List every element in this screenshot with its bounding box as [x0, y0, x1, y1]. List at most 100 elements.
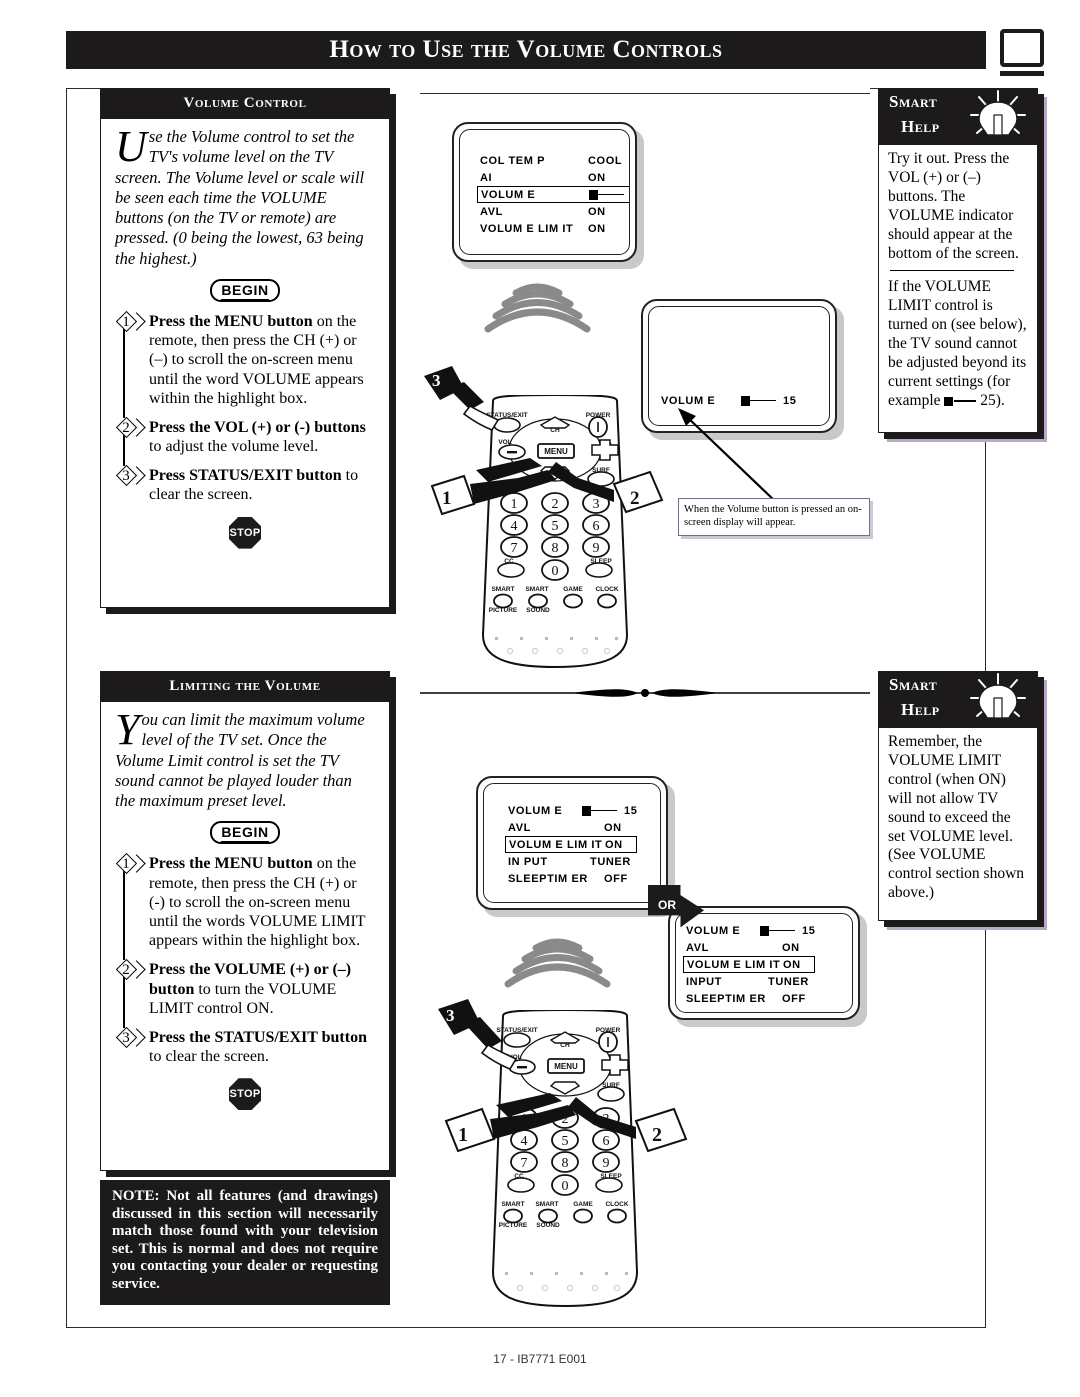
- step-number: 1: [122, 856, 130, 873]
- step-number-badge: 2: [115, 959, 146, 981]
- osd-value: TUNER: [590, 855, 631, 868]
- panel-inner: Smart Help: [878, 88, 1038, 433]
- step-number: 1: [122, 313, 130, 330]
- smart-help-title-line2: Help: [901, 700, 940, 719]
- frame-rule-mid: [420, 93, 870, 94]
- ornament-divider: [420, 689, 870, 697]
- page-footer: 17 - IB7771 E001: [493, 1352, 587, 1366]
- osd-label: VOLUM E LIM IT: [509, 838, 603, 851]
- osd-row: COL TEM P COOL: [480, 152, 629, 169]
- volume-bar-icon: 15: [589, 189, 629, 201]
- section-caption-limiting-volume: Limiting the Volume: [101, 672, 389, 702]
- smart-help-title-line1: Smart: [889, 92, 938, 111]
- frame-rule-left: [66, 88, 102, 89]
- osd-value: ON: [605, 838, 623, 851]
- osd-row: AVL ON: [480, 203, 629, 220]
- step-text: Press the STATUS/EXIT button to clear th…: [149, 1028, 375, 1066]
- svg-text:2: 2: [630, 488, 640, 509]
- svg-text:GAME: GAME: [573, 1201, 593, 1208]
- osd-label: COL TEM P: [480, 154, 546, 167]
- tv-bezel: VOLUM E 15 AVL ON VOLUM E LIM IT ON IN P…: [476, 776, 668, 910]
- section-limiting-the-volume: Limiting the Volume You can limit the ma…: [100, 671, 396, 1177]
- osd-menu: COL TEM P COOL AI ON VOLUM E 15 AVL ON V…: [477, 152, 629, 237]
- sound-waves-icon-top: [484, 283, 591, 333]
- osd-value: ON: [588, 222, 606, 235]
- lightbulb-base-icon: [997, 136, 1013, 145]
- osd-row: INPUT TUNER: [686, 973, 815, 990]
- smart-picture-button: [493, 593, 513, 609]
- step-item: 1 Press the MENU button on the remote, t…: [115, 310, 375, 418]
- intro-paragraph: Use the Volume control to set the TV's v…: [115, 124, 375, 269]
- osd-label: AVL: [480, 205, 503, 218]
- osd-row: VOLUM E 15: [508, 802, 637, 819]
- smart-help-body: Remember, the VOLUME LIMIT control (when…: [879, 728, 1037, 911]
- step-rest: to adjust the volume level.: [149, 438, 319, 456]
- intro-text: ou can limit the maximum volume level of…: [115, 710, 365, 811]
- smart-help-paragraph-1: Try it out. Press the VOL (+) or (–) but…: [888, 150, 1019, 262]
- step-number: 3: [122, 468, 130, 485]
- tv-menu-screen-limit-a: VOLUM E 15 AVL ON VOLUM E LIM IT ON IN P…: [476, 776, 675, 917]
- begin-badge-wrap: BEGIN: [115, 278, 375, 302]
- smart-help-header: Smart Help: [879, 89, 1037, 145]
- step-connector: [123, 433, 125, 467]
- step-number-badge: 1: [115, 853, 146, 875]
- osd-value: 15: [624, 804, 638, 817]
- osd-value: OFF: [782, 992, 806, 1005]
- paragraph2-after: 25).: [976, 391, 1005, 409]
- osd-row: VOLUM E 15: [686, 922, 815, 939]
- stop-badge-wrap: STOP: [115, 1078, 375, 1111]
- step-number: 3: [122, 1029, 130, 1046]
- section-caption-volume-control: Volume Control: [101, 89, 389, 119]
- step-number-badge: 3: [115, 465, 146, 487]
- smart-help-title-line2: Help: [901, 117, 940, 136]
- osd-label: IN PUT: [508, 855, 548, 868]
- osd-row: IN PUT TUNER: [508, 853, 637, 870]
- cue-1-pointer: 1: [444, 1093, 576, 1153]
- osd-label: INPUT: [686, 975, 722, 988]
- osd-row: AVL ON: [686, 939, 815, 956]
- or-arrow-badge: OR: [648, 885, 704, 931]
- osd-label: AI: [480, 171, 493, 184]
- svg-text:SMART: SMART: [501, 1201, 524, 1208]
- sound-waves-icon-bottom: [504, 938, 611, 988]
- section-body: Use the Volume control to set the TV's v…: [101, 119, 389, 559]
- osd-label: VOLUM E: [508, 804, 563, 817]
- step-text: Press the VOLUME (+) or (–) button to tu…: [149, 960, 375, 1018]
- cue-2-pointer: 2: [548, 462, 664, 514]
- label-smart-1: SMART: [491, 586, 514, 593]
- step-connector: [123, 976, 125, 1028]
- step-bold: Press the STATUS/EXIT button: [149, 1028, 367, 1046]
- step-item: 2 Press the VOL (+) or (-) buttons to ad…: [115, 416, 375, 467]
- step-connector: [123, 870, 125, 961]
- stop-sign-icon: STOP: [229, 516, 261, 549]
- osd-row: SLEEPTIM ER OFF: [508, 870, 637, 887]
- step-number-badge: 2: [115, 416, 146, 439]
- page-header-bar: How to Use the Volume Controls: [66, 31, 986, 69]
- begin-badge-wrap: BEGIN: [115, 821, 375, 845]
- stop-sign-icon: STOP: [229, 1078, 261, 1111]
- step-bold: Press the MENU button: [149, 312, 313, 330]
- osd-value: ON: [588, 205, 606, 218]
- box-inner: Limiting the Volume You can limit the ma…: [100, 671, 390, 1171]
- osd-label: VOLUM E LIM IT: [687, 958, 781, 971]
- osd-value: 15: [802, 924, 816, 937]
- svg-text:SMART: SMART: [535, 1201, 558, 1208]
- begin-badge: BEGIN: [210, 278, 280, 302]
- intro-paragraph: You can limit the maximum volume level o…: [115, 707, 375, 811]
- section-body: You can limit the maximum volume level o…: [101, 702, 389, 1120]
- clock-button: [597, 593, 617, 609]
- osd-row: AVL ON: [508, 819, 637, 836]
- note-block: NOTE: Not all features (and drawings) di…: [100, 1180, 390, 1305]
- osd-label: VOLUM E: [481, 188, 536, 201]
- smart-help-title-line1: Smart: [889, 675, 938, 694]
- cc-button: [497, 562, 525, 578]
- osd-row: AI ON: [480, 169, 629, 186]
- step-item: 1 Press the MENU button on the remote, t…: [115, 853, 375, 961]
- cue-2-pointer: 2: [568, 1097, 688, 1153]
- step-item: 2 Press the VOLUME (+) or (–) button to …: [115, 959, 375, 1028]
- cue-3-pointer: 3: [424, 366, 500, 431]
- or-label: OR: [658, 898, 676, 912]
- step-number: 2: [122, 419, 130, 436]
- step-text: Press the MENU button on the remote, the…: [149, 312, 375, 408]
- step-text: Press the MENU button on the remote, the…: [149, 854, 375, 950]
